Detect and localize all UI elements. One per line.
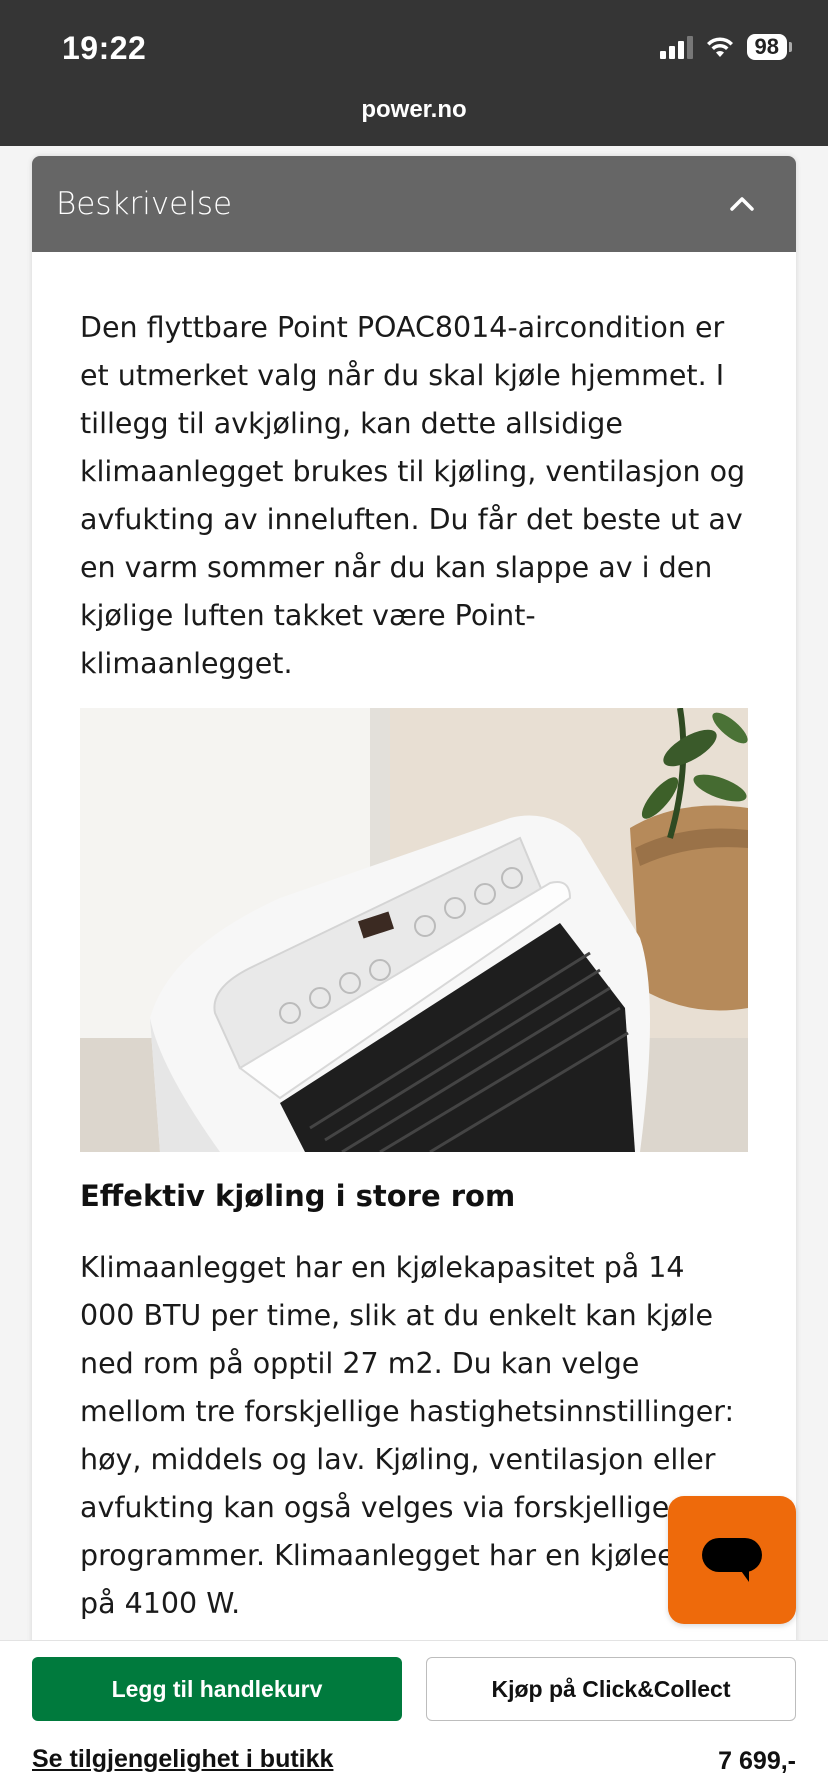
cellular-signal-icon — [659, 35, 693, 59]
battery-icon: 98 — [746, 34, 787, 60]
air-conditioner-illustration — [80, 708, 748, 1152]
add-to-cart-button[interactable]: Legg til handlekurv — [32, 1657, 402, 1721]
section-title: Beskrivelse — [56, 186, 233, 222]
battery-tip — [789, 42, 792, 52]
product-price: 7 699,- — [718, 1747, 796, 1775]
chevron-up-icon[interactable] — [728, 190, 756, 218]
product-image — [80, 708, 748, 1152]
intro-paragraph: Den flyttbare Point POAC8014-airconditio… — [80, 311, 746, 680]
url-bar[interactable]: power.no — [0, 96, 828, 124]
subheading: Effektiv kjøling i store rom — [80, 1179, 516, 1213]
chat-bubble-icon — [702, 1538, 762, 1582]
store-availability-link[interactable]: Se tilgjengelighet i butikk — [32, 1745, 333, 1774]
description-header[interactable]: Beskrivelse — [32, 156, 796, 252]
description-content: Den flyttbare Point POAC8014-airconditio… — [32, 252, 796, 1686]
bottom-action-bar: Legg til handlekurv Kjøp på Click&Collec… — [0, 1640, 828, 1792]
body-paragraph: Klimaanlegget har en kjølekapasitet på 1… — [80, 1251, 740, 1620]
browser-chrome: 19:22 98 power.no — [0, 0, 828, 146]
click-collect-button[interactable]: Kjøp på Click&Collect — [426, 1657, 796, 1721]
chat-button[interactable] — [668, 1496, 796, 1624]
status-icons: 98 — [659, 34, 792, 60]
status-time: 19:22 — [62, 30, 147, 66]
wifi-icon — [706, 37, 733, 57]
